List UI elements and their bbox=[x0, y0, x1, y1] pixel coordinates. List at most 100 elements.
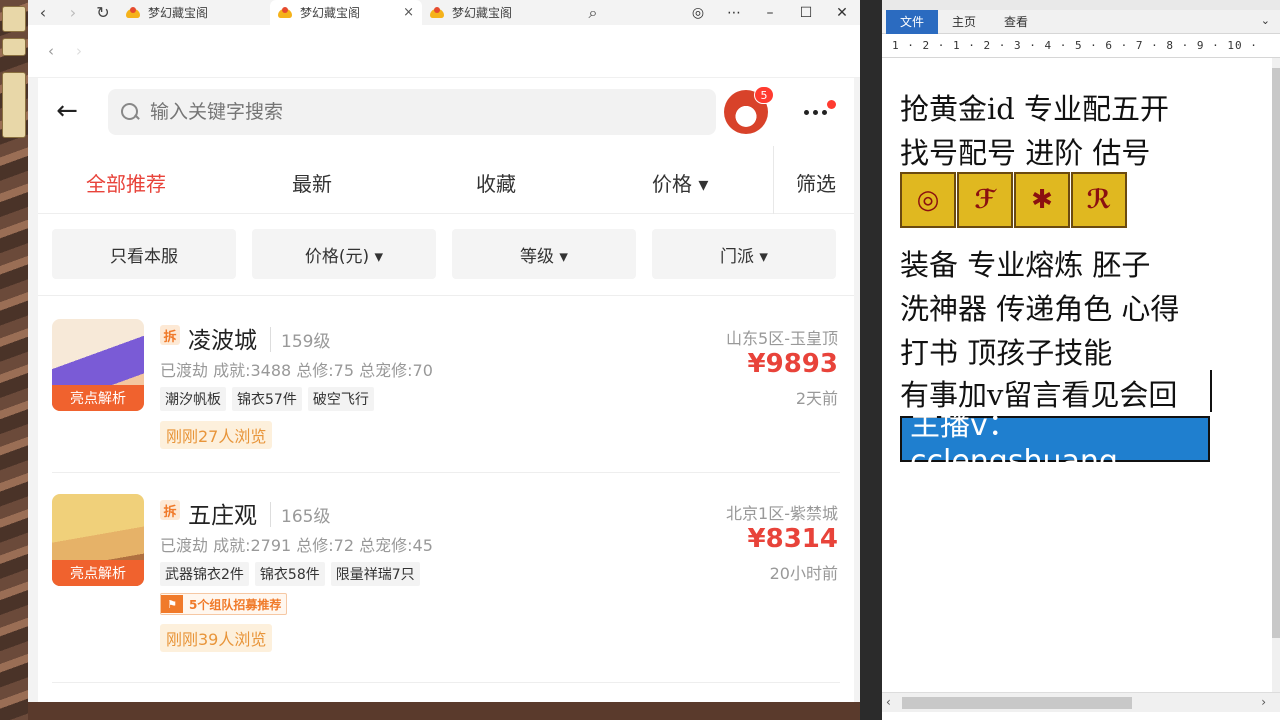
tab-favorites[interactable]: 收藏 bbox=[476, 168, 516, 197]
emblem-glyph-icon: ✱ bbox=[1014, 172, 1070, 228]
feature-tag: 破空飞行 bbox=[307, 387, 374, 411]
word-processor-window: 文件 主页 查看 ⌄ 1 · 2 · 1 · 2 · 3 · 4 · 5 · 6… bbox=[882, 0, 1280, 720]
server-name: 北京1区-紫禁城 bbox=[726, 504, 838, 523]
desktop-app-icon[interactable] bbox=[2, 38, 26, 56]
desktop-background-bottom bbox=[28, 702, 860, 720]
listing-item[interactable]: 亮点解析 拆 凌波城 159级 已渡劫 成就:3488 总修:75 总宠修:70… bbox=[38, 297, 854, 473]
listing-price: ¥9893 bbox=[747, 349, 838, 379]
more-menu-icon[interactable]: ⋯ bbox=[716, 0, 752, 25]
search-input[interactable] bbox=[150, 101, 650, 123]
scroll-right-icon[interactable]: › bbox=[1261, 695, 1266, 709]
ruler-marks: 1 · 2 · 1 · 2 · 3 · 4 · 5 · 6 · 7 · 8 · … bbox=[892, 39, 1258, 52]
minimize-icon[interactable]: – bbox=[752, 0, 788, 25]
desktop-app-icon[interactable] bbox=[2, 6, 26, 32]
character-avatar[interactable]: 亮点解析 bbox=[52, 319, 144, 411]
sort-tabs: 全部推荐 最新 收藏 价格 ▾ 筛选 bbox=[38, 146, 854, 214]
tab-search-icon[interactable]: ⌕ bbox=[578, 0, 608, 25]
back-arrow-icon[interactable]: ‹ bbox=[28, 0, 58, 25]
filter-level[interactable]: 等级 ▾ bbox=[452, 229, 636, 279]
filter-this-server[interactable]: 只看本服 bbox=[52, 229, 236, 279]
browser-tab-title: 梦幻藏宝阁 bbox=[452, 6, 513, 20]
tab-price[interactable]: 价格 ▾ bbox=[652, 168, 708, 197]
split-badge: 拆 bbox=[160, 325, 180, 345]
avatar-mascot-icon[interactable]: 5 bbox=[724, 86, 774, 134]
listing-item[interactable]: 亮点解析 拆 五庄观 165级 已渡劫 成就:2791 总修:72 总宠修:45… bbox=[38, 474, 854, 684]
scroll-left-icon[interactable]: ‹ bbox=[886, 695, 891, 709]
horizontal-scroll-thumb[interactable] bbox=[902, 697, 1132, 709]
split-badge: 拆 bbox=[160, 500, 180, 520]
emblem-images: ◎ ℱ ✱ ℛ bbox=[900, 172, 1128, 228]
forward-arrow-icon[interactable]: › bbox=[58, 0, 88, 25]
document-page[interactable]: 抢黄金id 专业配五开 找号配号 进阶 估号 ◎ ℱ ✱ ℛ 装备 专业熔炼 胚… bbox=[882, 70, 1272, 692]
browser-tab[interactable]: 梦幻藏宝阁 bbox=[118, 0, 270, 25]
maximize-icon[interactable]: ☐ bbox=[788, 0, 824, 25]
ribbon-collapse-icon[interactable]: ⌄ bbox=[1261, 14, 1270, 27]
tab-close-icon[interactable]: × bbox=[403, 5, 414, 20]
highlight-analysis-label[interactable]: 亮点解析 bbox=[52, 385, 144, 411]
listing-time: 20小时前 bbox=[769, 564, 838, 583]
ribbon-tab-file[interactable]: 文件 bbox=[886, 9, 939, 34]
host-contact-box: 主播v：cclengshuang bbox=[900, 408, 1210, 479]
item-divider bbox=[52, 682, 840, 683]
emblem-glyph-icon: ℛ bbox=[1071, 172, 1127, 228]
document-line: 打书 顶孩子技能 bbox=[900, 336, 1113, 370]
document-line: 抢黄金id 专业配五开 bbox=[900, 92, 1170, 126]
feature-tag: 潮汐帆板 bbox=[160, 387, 226, 411]
tab-latest[interactable]: 最新 bbox=[292, 168, 332, 197]
listing-time: 2天前 bbox=[795, 389, 838, 408]
desktop-background-left bbox=[0, 0, 28, 720]
reload-icon[interactable]: ↻ bbox=[88, 0, 118, 25]
browser-window: ‹ › ↻ 梦幻藏宝阁 梦幻藏宝阁 × 梦幻藏宝阁 ⌕ ◎ ⋯ – ☐ ✕ ‹ … bbox=[28, 0, 860, 702]
desktop-app-icon[interactable] bbox=[2, 72, 26, 138]
feature-tags: 潮汐帆板 锦衣57件 破空飞行 bbox=[160, 387, 374, 411]
search-icon bbox=[120, 102, 140, 122]
back-arrow-icon[interactable]: ← bbox=[52, 96, 82, 126]
dot-icon bbox=[813, 110, 818, 115]
team-recruit-badge[interactable]: ⚑ 5个组队招募推荐 bbox=[160, 593, 288, 615]
highlight-analysis-label[interactable]: 亮点解析 bbox=[52, 560, 144, 586]
browser-tab[interactable]: 梦幻藏宝阁 bbox=[422, 0, 574, 25]
emblem-glyph-icon: ℱ bbox=[957, 172, 1013, 228]
ribbon-tab-home[interactable]: 主页 bbox=[938, 10, 990, 34]
filter-chips: 只看本服 价格(元) ▾ 等级 ▾ 门派 ▾ bbox=[38, 214, 854, 296]
tab-separator bbox=[773, 146, 774, 214]
close-window-icon[interactable]: ✕ bbox=[824, 0, 860, 25]
character-level: 165级 bbox=[270, 502, 330, 527]
tab-filter[interactable]: 筛选 bbox=[796, 168, 836, 197]
search-bar[interactable] bbox=[108, 89, 716, 135]
horizontal-scrollbar[interactable]: ‹ › bbox=[882, 692, 1280, 712]
globe-icon[interactable]: ◎ bbox=[680, 0, 716, 25]
desktop-gap bbox=[860, 0, 882, 720]
feature-tag: 限量祥瑞7只 bbox=[330, 562, 420, 586]
window-controls: ◎ ⋯ – ☐ ✕ bbox=[680, 0, 860, 25]
filter-price[interactable]: 价格(元) ▾ bbox=[252, 229, 436, 279]
feature-tag: 武器锦衣2件 bbox=[160, 562, 249, 586]
browser-tab-bar: ‹ › ↻ 梦幻藏宝阁 梦幻藏宝阁 × 梦幻藏宝阁 ⌕ ◎ ⋯ – ☐ ✕ bbox=[28, 0, 860, 25]
page-back-icon[interactable]: ‹ bbox=[48, 42, 54, 60]
navigation-row: ‹ › bbox=[28, 25, 860, 78]
vertical-scrollbar[interactable] bbox=[1272, 58, 1280, 698]
tab-all-recommended[interactable]: 全部推荐 bbox=[86, 168, 166, 197]
ribbon-tab-view[interactable]: 查看 bbox=[990, 10, 1042, 34]
recent-views: 刚刚27人浏览 bbox=[160, 421, 273, 449]
browser-tab-title: 梦幻藏宝阁 bbox=[148, 6, 209, 20]
market-page: ← 5 全部推荐 最新 收藏 价格 ▾ 筛选 只看本服 bbox=[38, 78, 854, 702]
dot-icon bbox=[822, 110, 827, 115]
page-forward-icon[interactable]: › bbox=[76, 42, 82, 60]
filter-sect[interactable]: 门派 ▾ bbox=[652, 229, 836, 279]
item-divider bbox=[52, 472, 840, 473]
notification-badge: 5 bbox=[754, 86, 774, 104]
page-header: ← 5 bbox=[38, 78, 854, 146]
character-stats: 已渡劫 成就:3488 总修:75 总宠修:70 bbox=[160, 361, 433, 380]
team-recruit-text: 5个组队招募推荐 bbox=[189, 597, 282, 612]
character-level: 159级 bbox=[270, 327, 330, 352]
browser-tab-active[interactable]: 梦幻藏宝阁 × bbox=[270, 0, 422, 25]
feature-tag: 锦衣57件 bbox=[232, 387, 302, 411]
character-avatar[interactable]: 亮点解析 bbox=[52, 494, 144, 586]
document-line: 找号配号 进阶 估号 bbox=[900, 136, 1151, 170]
vertical-scroll-thumb[interactable] bbox=[1272, 68, 1280, 638]
site-favicon-icon bbox=[126, 6, 142, 19]
site-favicon-icon bbox=[278, 6, 294, 19]
server-name: 山东5区-玉皇顶 bbox=[726, 329, 838, 348]
more-options-icon[interactable] bbox=[798, 100, 838, 126]
